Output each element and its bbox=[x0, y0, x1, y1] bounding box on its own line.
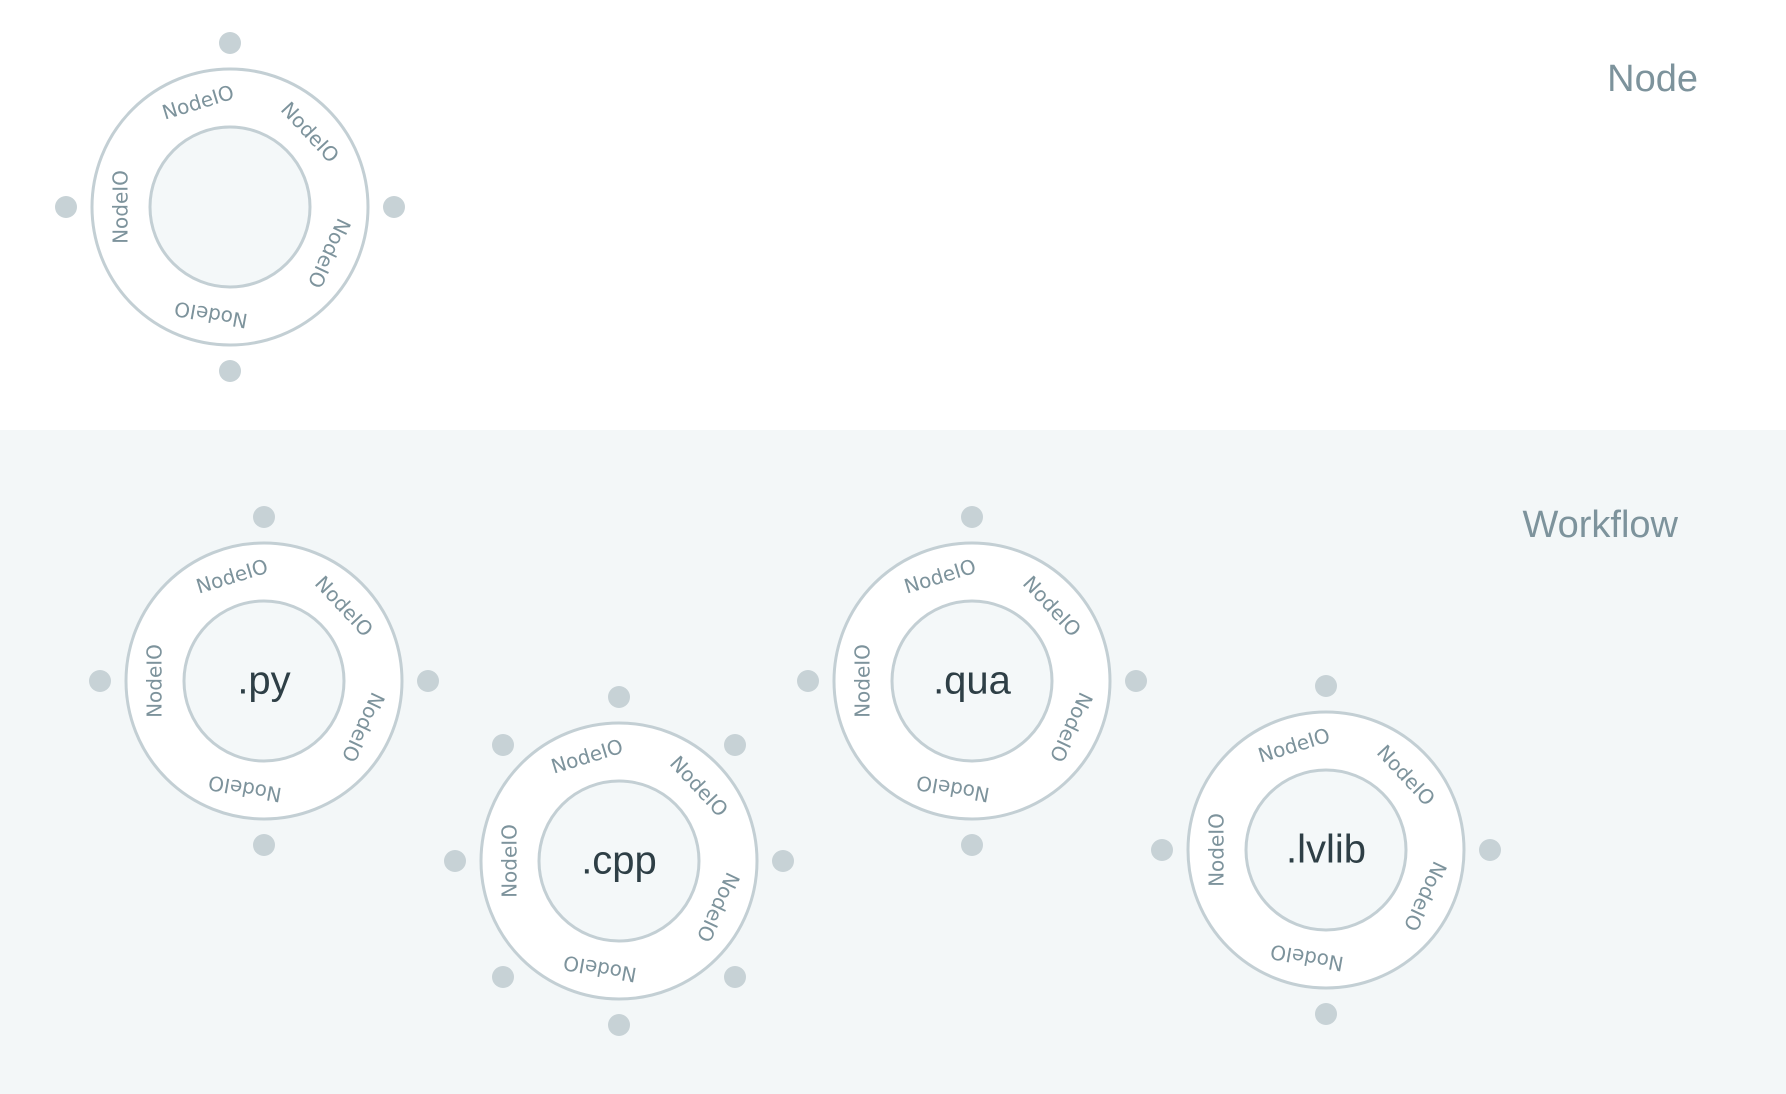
workflow-lvlib-port-0[interactable] bbox=[1315, 675, 1337, 697]
workflow-py-port-1[interactable] bbox=[417, 670, 439, 692]
workflow-py-center-label: .py bbox=[237, 659, 290, 703]
workflow-py-port-2[interactable] bbox=[253, 834, 275, 856]
workflow-lvlib-port-2[interactable] bbox=[1315, 1003, 1337, 1025]
workflow-cpp-io-label-4[interactable]: NodeIO bbox=[498, 824, 522, 898]
node-diagram-canvas: NodeIO NodeIONodeIONodeIONodeIONodeIO Node… bbox=[55, 32, 1501, 1036]
workflow-py-node[interactable]: NodeIO NodeIONodeIONodeIONodeIO .py bbox=[89, 506, 439, 856]
workflow-py-io-label-4[interactable]: NodeIO bbox=[143, 644, 167, 718]
workflow-cpp-port-6[interactable] bbox=[444, 850, 466, 872]
workflow-qua-node[interactable]: NodeIO NodeIONodeIONodeIONodeIO .qua bbox=[797, 506, 1147, 856]
workflow-cpp-center-label: .cpp bbox=[581, 839, 657, 883]
workflow-qua-port-0[interactable] bbox=[961, 506, 983, 528]
workflow-py-port-0[interactable] bbox=[253, 506, 275, 528]
workflow-qua-port-1[interactable] bbox=[1125, 670, 1147, 692]
workflow-qua-port-3[interactable] bbox=[797, 670, 819, 692]
workflow-py-port-3[interactable] bbox=[89, 670, 111, 692]
workflow-lvlib-port-1[interactable] bbox=[1479, 839, 1501, 861]
workflow-cpp-port-4[interactable] bbox=[608, 1014, 630, 1036]
workflow-section-title: Workflow bbox=[1522, 504, 1678, 546]
node-base-port-1[interactable] bbox=[383, 196, 405, 218]
node-section-title: Node bbox=[1607, 58, 1698, 100]
workflow-cpp-port-5[interactable] bbox=[492, 966, 514, 988]
workflow-cpp-port-7[interactable] bbox=[492, 734, 514, 756]
workflow-lvlib-node[interactable]: NodeIO NodeIONodeIONodeIONodeIO .lvlib bbox=[1151, 675, 1501, 1025]
workflow-cpp-port-3[interactable] bbox=[724, 966, 746, 988]
node-base-port-2[interactable] bbox=[219, 360, 241, 382]
workflow-cpp-port-2[interactable] bbox=[772, 850, 794, 872]
workflow-lvlib-io-label-4[interactable]: NodeIO bbox=[1205, 813, 1229, 887]
workflow-qua-io-label-4[interactable]: NodeIO bbox=[851, 644, 875, 718]
workflow-lvlib-center-label: .lvlib bbox=[1286, 828, 1366, 872]
node-base-port-0[interactable] bbox=[219, 32, 241, 54]
workflow-cpp-port-1[interactable] bbox=[724, 734, 746, 756]
node-base-inner-ring bbox=[148, 125, 312, 289]
workflow-qua-center-label: .qua bbox=[933, 659, 1012, 703]
diagram-page: NodeIO NodeIO NodeIO NodeIO NodeIO NodeIO Node… bbox=[0, 0, 1786, 1094]
workflow-lvlib-port-3[interactable] bbox=[1151, 839, 1173, 861]
node-base-port-3[interactable] bbox=[55, 196, 77, 218]
workflow-cpp-node[interactable]: NodeIO NodeIONodeIONodeIONodeIO .cpp bbox=[444, 686, 794, 1036]
node-base-node[interactable]: NodeIO NodeIONodeIONodeIONodeIO bbox=[55, 32, 405, 382]
workflow-cpp-port-0[interactable] bbox=[608, 686, 630, 708]
workflow-qua-port-2[interactable] bbox=[961, 834, 983, 856]
node-base-io-label-4[interactable]: NodeIO bbox=[109, 170, 133, 244]
